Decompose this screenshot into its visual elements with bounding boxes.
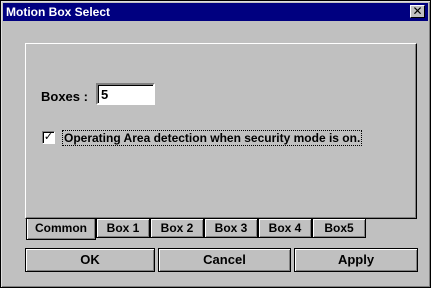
boxes-label: Boxes : xyxy=(41,89,88,104)
tab-box-4[interactable]: Box 4 xyxy=(258,218,312,238)
title-bar[interactable]: Motion Box Select ✕ xyxy=(3,3,428,21)
tab-box-1[interactable]: Box 1 xyxy=(96,218,150,238)
apply-button[interactable]: Apply xyxy=(294,248,418,272)
boxes-input[interactable]: 5 xyxy=(96,83,155,105)
security-mode-checkbox[interactable]: ✓ xyxy=(42,131,55,144)
cancel-button[interactable]: Cancel xyxy=(158,248,291,272)
tab-box-5[interactable]: Box5 xyxy=(312,218,366,238)
security-mode-checkbox-label[interactable]: Operating Area detection when security m… xyxy=(62,130,363,146)
window-title: Motion Box Select xyxy=(6,5,111,19)
close-icon[interactable]: ✕ xyxy=(410,5,425,18)
dialog-window: Motion Box Select ✕ Boxes : 5 ✓ Operatin… xyxy=(0,0,431,288)
ok-button[interactable]: OK xyxy=(25,248,155,272)
tab-common[interactable]: Common xyxy=(26,219,96,240)
tab-box-2[interactable]: Box 2 xyxy=(150,218,204,238)
tab-box-3[interactable]: Box 3 xyxy=(204,218,258,238)
